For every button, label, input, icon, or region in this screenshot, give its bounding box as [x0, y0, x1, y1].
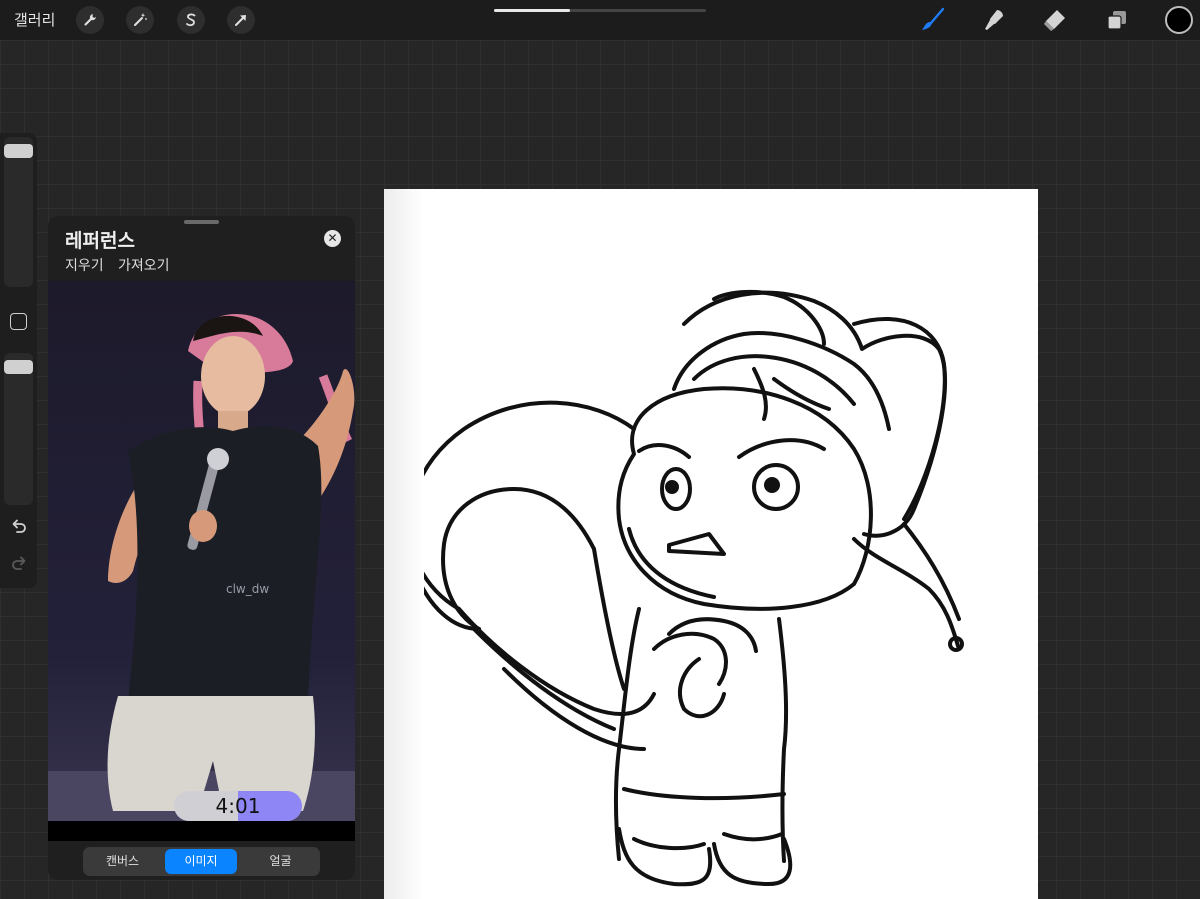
gallery-button[interactable]: 갤러리	[14, 9, 55, 30]
clear-button[interactable]: 지우기	[65, 255, 104, 275]
eraser-icon	[1044, 10, 1065, 31]
drawing-canvas[interactable]	[384, 189, 1038, 899]
smudge-icon	[985, 10, 1003, 30]
tab-canvas[interactable]: 캔버스	[85, 849, 160, 874]
watermark-text: clw_dw	[226, 582, 269, 596]
panel-title: 레퍼런스	[65, 230, 135, 252]
undo-icon[interactable]	[9, 517, 29, 537]
layers-button[interactable]	[1103, 6, 1131, 34]
brush-icon	[922, 7, 945, 30]
panel-grab-handle[interactable]	[184, 220, 219, 224]
progress-fill	[494, 9, 571, 12]
tab-face[interactable]: 얼굴	[243, 849, 318, 874]
canvas-edge-shade	[384, 189, 424, 899]
eraser-tool-button[interactable]	[1041, 6, 1069, 34]
close-icon[interactable]: ✕	[324, 230, 341, 247]
actions-button[interactable]	[76, 6, 104, 34]
brush-tool-button[interactable]	[919, 6, 947, 34]
top-toolbar: 갤러리	[0, 0, 1200, 40]
transform-arrow-icon	[235, 15, 246, 26]
redo-icon[interactable]	[9, 554, 29, 574]
sketch-drawing	[406, 289, 964, 887]
reference-image[interactable]: clw_dw 4:01	[48, 281, 355, 841]
import-button[interactable]: 가져오기	[118, 255, 170, 275]
color-picker-button[interactable]	[1165, 6, 1193, 34]
video-time-label: 4:01	[216, 794, 261, 818]
smudge-tool-button[interactable]	[980, 6, 1008, 34]
brush-size-thumb[interactable]	[4, 144, 33, 158]
left-sidebar	[0, 133, 37, 588]
opacity-thumb[interactable]	[4, 360, 33, 374]
transform-button[interactable]	[227, 6, 255, 34]
magic-wand-icon	[134, 13, 147, 26]
opacity-slider[interactable]	[4, 353, 33, 505]
adjustments-button[interactable]	[126, 6, 154, 34]
tab-image[interactable]: 이미지	[165, 849, 237, 874]
modify-button[interactable]	[10, 313, 27, 330]
selection-icon	[186, 13, 196, 27]
reference-photo-illustration: clw_dw 4:01	[48, 281, 355, 841]
document-progress-bar	[494, 9, 706, 12]
reference-mode-selector: 캔버스 이미지 얼굴	[83, 847, 320, 876]
wrench-icon	[84, 14, 96, 26]
reference-panel: 레퍼런스 ✕ 지우기 가져오기 clw_dw 4:01 캔버스 이미지 얼굴	[48, 216, 355, 880]
brush-size-slider[interactable]	[4, 137, 33, 287]
layers-icon	[1107, 11, 1126, 30]
selection-button[interactable]	[177, 6, 205, 34]
